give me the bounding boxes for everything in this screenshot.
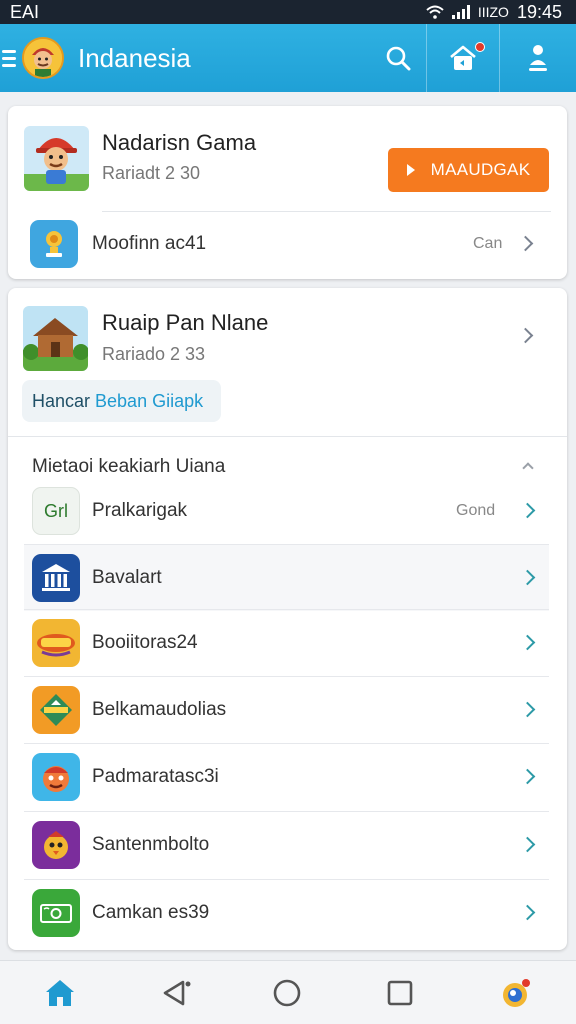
chevron-up-icon[interactable] [522, 462, 534, 474]
signal-icon [451, 5, 470, 19]
recents-icon [387, 980, 413, 1006]
cash-icon [32, 889, 80, 937]
category-chip[interactable]: Hancar Beban Giiapk [22, 380, 221, 422]
featured-game-card: Nadarisn Gama Rariadt 2 30 MAAUDGAK Moof… [8, 106, 567, 279]
bird-character-icon [32, 821, 80, 869]
chip-label-secondary: Beban Giiapk [95, 390, 204, 411]
home-icon [46, 980, 74, 1006]
game-title: Ruaip Pan Nlane [102, 310, 269, 335]
featured-row-label[interactable]: Moofinn ac41 [92, 233, 206, 255]
nav-home-button[interactable] [38, 971, 82, 1015]
game-details-card: Ruaip Pan Nlane Rariado 2 33 Hancar Beba… [8, 288, 567, 950]
home-circle-icon [273, 979, 301, 1007]
chevron-right-icon [519, 502, 536, 519]
chip-label-primary: Hancar [32, 390, 91, 411]
trophy-icon [46, 231, 62, 257]
list-item[interactable]: Belkamaudolias [24, 677, 549, 743]
list-item[interactable]: Grl Pralkarigak Gond [24, 478, 549, 544]
play-icon [406, 164, 415, 176]
status-bar: EAI IIIZO 19:45 [0, 0, 576, 24]
nav-home-circle-button[interactable] [265, 971, 309, 1015]
chevron-right-icon [519, 904, 536, 921]
nav-app-switch-button[interactable] [494, 971, 538, 1015]
nav-recents-button[interactable] [378, 971, 422, 1015]
wifi-icon [426, 5, 444, 19]
chevron-right-icon[interactable] [517, 327, 534, 344]
chevron-right-icon [519, 768, 536, 785]
avatar-character-icon [24, 39, 62, 77]
list-item-label: Padmaratasc3i [92, 766, 219, 787]
grl-icon-text: Grl [44, 500, 68, 521]
game-logo-icon [32, 619, 80, 667]
game-subtitle: Rariado 2 33 [102, 344, 206, 364]
list-item-label: Belkamaudolias [92, 699, 227, 720]
card-divider [8, 436, 567, 437]
list-item[interactable]: Bavalart [24, 545, 549, 611]
list-item-label: Pralkarigak [92, 500, 188, 521]
profile-button[interactable] [500, 24, 576, 92]
list-item[interactable]: Padmaratasc3i [24, 744, 549, 810]
featured-row-icon [30, 220, 78, 268]
chevron-right-icon [519, 569, 536, 586]
play-button[interactable]: MAAUDGAK [388, 148, 549, 192]
list-item-meta: Gond [456, 502, 496, 519]
chevron-right-icon [519, 836, 536, 853]
app-avatar[interactable] [22, 37, 64, 79]
network-label: IIIZO [477, 4, 509, 20]
chevron-right-icon[interactable] [517, 235, 534, 252]
app-title: Indanesia [78, 42, 191, 73]
list-item-label: Bavalart [92, 567, 162, 588]
card-divider [102, 211, 551, 212]
game-thumbnail[interactable] [23, 306, 88, 371]
play-button-label: MAAUDGAK [430, 160, 531, 179]
featured-game-subtitle: Rariadt 2 30 [102, 163, 201, 183]
featured-game-title: Nadarisn Gama [102, 130, 257, 155]
clock: 19:45 [516, 1, 562, 22]
section-title: Mietaoi keakiarh Uiana [32, 456, 226, 477]
list-item[interactable]: Camkan es39 [24, 880, 549, 946]
chevron-right-icon [519, 701, 536, 718]
list-item-label: Booiitoras24 [92, 632, 198, 653]
home-notification-button[interactable] [427, 24, 499, 92]
search-button[interactable] [370, 24, 426, 92]
list-item[interactable]: Santenmbolto [24, 812, 549, 878]
list-item-label: Camkan es39 [92, 902, 210, 923]
app-bar: Indanesia [0, 24, 576, 92]
grl-icon: Grl [32, 487, 80, 535]
home-notification-icon [450, 45, 476, 70]
house-icon [23, 306, 88, 371]
app-switch-icon [503, 979, 530, 1007]
chevron-right-icon [519, 634, 536, 651]
search-icon [386, 46, 411, 71]
back-icon [163, 980, 191, 1006]
bottom-navigation [0, 960, 576, 1024]
diamond-badge-icon [32, 686, 80, 734]
featured-game-thumbnail[interactable] [24, 126, 89, 191]
list-item-label: Santenmbolto [92, 834, 210, 855]
carrier-label: EAI [10, 1, 40, 22]
character-face-icon [32, 753, 80, 801]
menu-icon[interactable] [2, 49, 16, 67]
profile-icon [529, 45, 547, 71]
nav-back-button[interactable] [154, 971, 198, 1015]
featured-row-meta: Can [473, 235, 503, 252]
list-item[interactable]: Booiitoras24 [24, 610, 549, 676]
notification-dot [475, 42, 485, 52]
game-character-icon [24, 126, 89, 191]
bank-icon [32, 554, 80, 602]
